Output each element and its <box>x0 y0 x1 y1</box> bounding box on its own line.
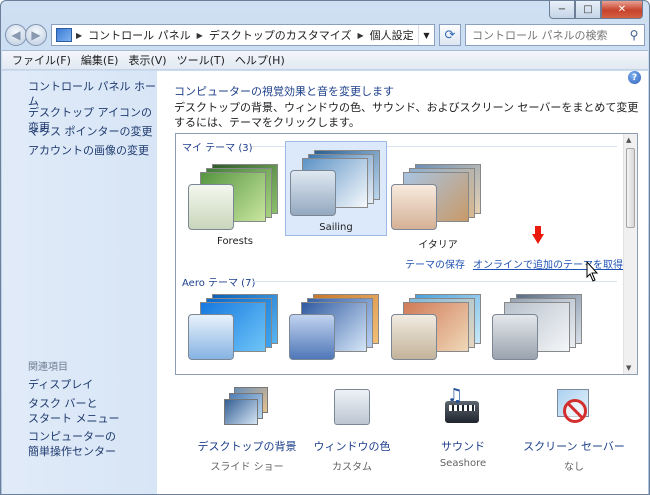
get-more-themes-online-link[interactable]: オンラインで追加のテーマを取得 <box>473 256 623 271</box>
section-divider <box>252 281 617 282</box>
change-mouse-pointers-link[interactable]: マウス ポインターの変更 <box>28 124 153 139</box>
theme-italy[interactable]: イタリア <box>387 156 489 251</box>
sound-icon: ♫ <box>443 387 483 427</box>
search-icon[interactable]: ⚲ <box>624 28 644 42</box>
theme-name: Forests <box>217 236 253 247</box>
screen-saver-value: なし <box>564 462 584 473</box>
refresh-icon: ⟳ <box>444 27 456 43</box>
theme-color-swatch <box>289 314 335 360</box>
theme-architecture[interactable] <box>285 286 387 374</box>
personalization-window: − □ ✕ ◀ ▶ ▶ コントロール パネル ▶ デスクトップのカスタマイズ ▶… <box>0 0 650 495</box>
control-panel-icon <box>56 28 72 42</box>
maximize-button[interactable]: □ <box>575 1 601 19</box>
theme-characters[interactable] <box>387 286 489 374</box>
red-arrow-head-icon <box>532 234 544 244</box>
theme-landscapes[interactable] <box>488 286 590 374</box>
theme-name: イタリア <box>418 240 458 251</box>
theme-forests[interactable]: Forests <box>184 156 286 250</box>
caption-buttons: − □ ✕ <box>549 1 643 19</box>
theme-color-swatch <box>290 170 336 216</box>
save-theme-link[interactable]: テーマの保存 <box>405 256 465 271</box>
page-description: デスクトップの背景、ウィンドウの色、サウンド、およびスクリーン セーバーをまとめ… <box>174 101 639 129</box>
address-bar[interactable]: ▶ コントロール パネル ▶ デスクトップのカスタマイズ ▶ 個人設定 ▼ <box>51 24 435 46</box>
content-area: コントロール パネル ホーム デスクトップ アイコンの変更 マウス ポインターの… <box>2 71 648 494</box>
window-color-value: カスタム <box>332 462 372 473</box>
theme-color-swatch <box>188 184 234 230</box>
forward-button[interactable]: ▶ <box>25 24 47 46</box>
related-heading: 関連項目 <box>28 362 68 373</box>
breadcrumb-personalization[interactable]: 個人設定 <box>370 27 414 43</box>
menu-bar: ファイル(F) 編集(E) 表示(V) ツール(T) ヘルプ(H) <box>2 50 648 70</box>
back-arrow-icon: ◀ <box>11 28 21 42</box>
theme-list: マイ テーマ (3) Forests Sailing イタリア テーマの保存 オ… <box>175 133 638 375</box>
my-themes-heading: マイ テーマ (3) <box>182 143 253 154</box>
screen-saver-item[interactable]: スクリーン セーバー なし <box>514 387 634 473</box>
menu-help[interactable]: ヘルプ(H) <box>230 52 290 68</box>
breadcrumb-separator-icon: ▶ <box>357 30 364 40</box>
ease-of-access-link[interactable]: コンピューターの 簡単操作センター <box>28 429 116 459</box>
scroll-thumb[interactable] <box>626 148 635 228</box>
minimize-button[interactable]: − <box>549 1 575 19</box>
theme-windows-7[interactable] <box>184 286 286 374</box>
theme-list-scrollbar[interactable]: ▲ ▼ <box>623 134 637 374</box>
desktop-background-value: スライド ショー <box>210 462 284 473</box>
theme-color-swatch <box>492 314 538 360</box>
main-panel: ? コンピューターの視覚効果と音を変更します デスクトップの背景、ウィンドウの色… <box>157 71 648 494</box>
refresh-button[interactable]: ⟳ <box>439 24 461 46</box>
sidebar: コントロール パネル ホーム デスクトップ アイコンの変更 マウス ポインターの… <box>2 71 157 494</box>
window-color-label: ウィンドウの色 <box>313 440 391 453</box>
scroll-down-icon[interactable]: ▼ <box>626 364 631 372</box>
close-button[interactable]: ✕ <box>601 1 643 19</box>
theme-color-swatch <box>188 314 234 360</box>
window-color-item[interactable]: ウィンドウの色 カスタム <box>292 387 412 473</box>
desktop-background-label: デスクトップの背景 <box>197 440 297 453</box>
screen-saver-label: スクリーン セーバー <box>523 440 625 453</box>
taskbar-start-menu-link[interactable]: タスク バーと スタート メニュー <box>28 396 120 426</box>
theme-color-swatch <box>391 314 437 360</box>
menu-edit[interactable]: 編集(E) <box>76 52 124 68</box>
breadcrumb-customize[interactable]: デスクトップのカスタマイズ <box>209 27 352 43</box>
desktop-background-item[interactable]: デスクトップの背景 スライド ショー <box>187 387 307 473</box>
page-title: コンピューターの視覚効果と音を変更します <box>174 85 394 98</box>
breadcrumb-separator-icon: ▶ <box>196 30 203 40</box>
bottom-settings-bar: デスクトップの背景 スライド ショー ウィンドウの色 カスタム ♫ サウンド S… <box>157 377 648 494</box>
change-account-picture-link[interactable]: アカウントの画像の変更 <box>28 143 149 158</box>
hand-pointer-icon <box>586 261 599 282</box>
scroll-up-icon[interactable]: ▲ <box>626 136 631 144</box>
breadcrumb-control-panel[interactable]: コントロール パネル <box>88 27 191 43</box>
forward-arrow-icon: ▶ <box>31 28 41 42</box>
sound-item[interactable]: ♫ サウンド Seashore <box>403 387 523 470</box>
back-button[interactable]: ◀ <box>5 24 27 46</box>
sound-value: Seashore <box>439 458 487 469</box>
screen-saver-icon <box>555 387 593 427</box>
display-link[interactable]: ディスプレイ <box>28 377 93 392</box>
menu-tools[interactable]: ツール(T) <box>172 52 230 68</box>
theme-sailing[interactable]: Sailing <box>285 141 387 236</box>
theme-name: Sailing <box>319 222 353 233</box>
help-icon[interactable]: ? <box>628 71 641 84</box>
breadcrumb-separator-icon: ▶ <box>76 30 83 40</box>
search-box: ⚲ <box>465 24 645 46</box>
search-input[interactable] <box>472 28 624 42</box>
address-dropdown-icon[interactable]: ▼ <box>418 25 434 45</box>
menu-file[interactable]: ファイル(F) <box>7 52 76 68</box>
window-color-icon <box>334 387 370 427</box>
breadcrumb: ▶ コントロール パネル ▶ デスクトップのカスタマイズ ▶ 個人設定 <box>76 27 414 43</box>
navigation-bar: ◀ ▶ ▶ コントロール パネル ▶ デスクトップのカスタマイズ ▶ 個人設定 … <box>5 22 645 48</box>
theme-color-swatch <box>391 184 437 230</box>
menu-view[interactable]: 表示(V) <box>123 52 171 68</box>
desktop-background-icon <box>224 387 270 427</box>
sound-label: サウンド <box>441 440 485 453</box>
